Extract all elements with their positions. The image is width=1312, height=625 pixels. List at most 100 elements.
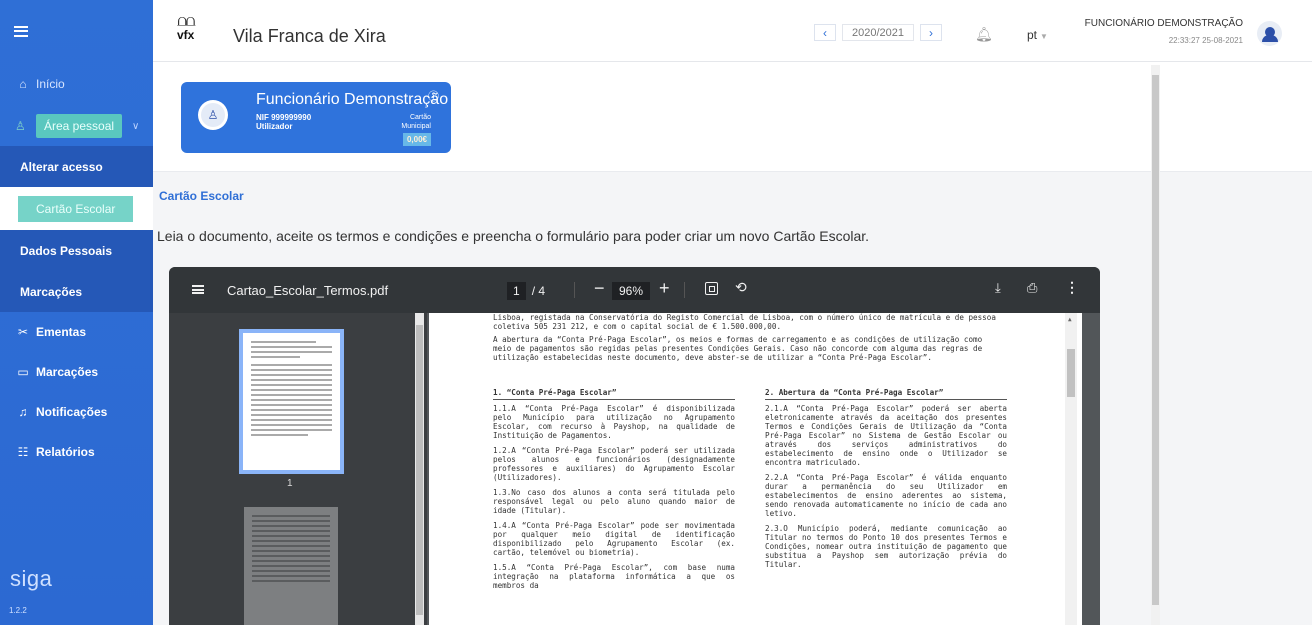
- sidebar-item-label: Início: [36, 77, 65, 91]
- main-content: ♙ Funcionário Demonstração ⓘ NIF 9999999…: [153, 62, 1312, 625]
- chevron-down-icon: ∨: [132, 120, 140, 132]
- user-card-nif: NIF 999999990: [256, 113, 312, 122]
- language-value: pt: [1027, 28, 1038, 42]
- header-timestamp: 22:33:27 25-08-2021: [1168, 36, 1243, 45]
- calendar-icon: ▭: [17, 365, 29, 379]
- user-card-avatar: ♙: [198, 100, 228, 130]
- zoom-in-icon[interactable]: +: [659, 278, 670, 299]
- sidebar-item-label: Notificações: [36, 405, 108, 419]
- sidebar-top: [0, 0, 153, 62]
- sidebar-subitem-dados-pessoais[interactable]: Dados Pessoais: [0, 230, 153, 271]
- pdf-page-input[interactable]: 1: [507, 282, 526, 300]
- sidebar-item-label: Cartão Escolar: [18, 195, 134, 222]
- caret-down-icon: ▼: [1040, 32, 1048, 41]
- scroll-up-icon[interactable]: ▲: [1068, 316, 1072, 323]
- doc-column-2: 2. Abertura da “Conta Pré-Paga Escolar” …: [765, 388, 1007, 575]
- pdf-page-indicator: 1 / 4: [507, 282, 545, 300]
- sidebar-item-label: Marcações: [20, 284, 83, 299]
- user-avatar-icon: ♙: [201, 103, 225, 127]
- home-icon: ⌂: [19, 77, 27, 91]
- sidebar-subitem-cartao-escolar[interactable]: Cartão Escolar: [0, 187, 153, 230]
- municipality-name: Vila Franca de Xira: [233, 26, 386, 46]
- pdf-page-total: / 4: [531, 284, 546, 298]
- sidebar-item-ementas[interactable]: ✂ Ementas: [0, 312, 153, 352]
- fit-page-icon[interactable]: [705, 282, 718, 295]
- doc-intro: Lisboa, registada na Conservatória do Re…: [493, 313, 1003, 362]
- municipality-logo: ⩍⩍ vfx: [177, 13, 209, 47]
- doc-clause: 1.5.A “Conta Pré-Paga Escolar”, com base…: [493, 563, 735, 590]
- cartao-line1: Cartão: [409, 114, 431, 121]
- avatar[interactable]: [1257, 21, 1282, 46]
- scrollbar-thumb[interactable]: [416, 325, 423, 615]
- sidebar-item-label: Alterar acesso: [20, 159, 103, 174]
- doc-clause: 2.1.A “Conta Pré-Paga Escolar” poderá se…: [765, 404, 1007, 467]
- brand-logo: siga: [10, 566, 53, 591]
- pdf-page-area: Lisboa, registada na Conservatória do Re…: [429, 313, 1100, 625]
- user-card-cartao-label: Cartão Municipal: [401, 113, 431, 131]
- user-card: ♙ Funcionário Demonstração ⓘ NIF 9999999…: [181, 82, 451, 153]
- app-version: 1.2.2: [9, 606, 27, 615]
- sidebar-subitem-alterar-acesso[interactable]: Alterar acesso: [0, 146, 153, 187]
- thumbnail-scrollbar[interactable]: [415, 313, 424, 625]
- school-year-value: 2020/2021: [842, 24, 914, 41]
- report-icon: ☷: [17, 445, 29, 459]
- cartao-line2: Municipal: [401, 123, 431, 130]
- bell-icon: ♫: [18, 405, 28, 419]
- pdf-zoom-input[interactable]: 96%: [612, 282, 651, 300]
- user-card-balance: 0,00€: [402, 133, 431, 146]
- pdf-viewer: Cartao_Escolar_Termos.pdf 1 / 4 − 96% + …: [169, 267, 1100, 625]
- user-card-band: ♙ Funcionário Demonstração ⓘ NIF 9999999…: [153, 62, 1312, 172]
- sidebar-item-area-pessoal[interactable]: ♙ Área pessoal ∨: [0, 106, 153, 146]
- print-icon[interactable]: ⎙: [1027, 280, 1037, 296]
- language-selector[interactable]: pt ▼: [1027, 28, 1048, 42]
- doc-clause: 2.3.O Município poderá, mediante comunic…: [765, 524, 1007, 569]
- sidebar-item-relatorios[interactable]: ☷ Relatórios: [0, 432, 153, 472]
- doc-column-1: 1. “Conta Pré-Paga Escolar” 1.1.A “Conta…: [493, 388, 735, 596]
- notifications-bell-icon[interactable]: 🔔︎: [975, 26, 993, 43]
- more-vertical-icon[interactable]: ⋮: [1065, 279, 1079, 296]
- sidebar-subitem-marcacoes[interactable]: Marcações: [0, 271, 153, 312]
- scrollbar-thumb[interactable]: [1067, 349, 1075, 397]
- sidebar-submenu: Alterar acesso Cartão Escolar Dados Pess…: [0, 146, 153, 312]
- doc-intro-paragraph-1: Lisboa, registada na Conservatória do Re…: [493, 313, 996, 331]
- page-title: Cartão Escolar: [159, 189, 244, 203]
- download-icon[interactable]: ⤓: [995, 280, 1001, 296]
- sidebar-item-notificacoes[interactable]: ♫ Notificações: [0, 392, 153, 432]
- cutlery-icon: ✂: [17, 325, 29, 339]
- toolbar-divider: [574, 282, 575, 298]
- doc-clause: 1.2.A “Conta Pré-Paga Escolar” poderá se…: [493, 446, 735, 482]
- scrollbar-thumb[interactable]: [1152, 75, 1159, 605]
- next-year-button[interactable]: ›: [920, 24, 942, 41]
- doc-section-title-2: 2. Abertura da “Conta Pré-Paga Escolar”: [765, 388, 1007, 400]
- chevron-left-icon: ‹: [823, 25, 827, 40]
- previous-year-button[interactable]: ‹: [814, 24, 836, 41]
- sidebar-item-label: Marcações: [36, 365, 99, 379]
- avatar-body: [1261, 35, 1278, 42]
- chevron-right-icon: ›: [929, 25, 933, 40]
- pdf-filename: Cartao_Escolar_Termos.pdf: [227, 283, 389, 298]
- user-card-name: Funcionário Demonstração: [256, 91, 449, 108]
- sidebar-item-label: Ementas: [36, 325, 87, 339]
- pdf-thumbnail-page-2[interactable]: [244, 507, 338, 625]
- sidebar-item-label: Área pessoal: [36, 114, 123, 138]
- page-scrollbar[interactable]: [1151, 65, 1160, 625]
- sidebar: ⌂ Início ♙ Área pessoal ∨ Alterar acesso…: [0, 0, 153, 625]
- pdf-menu-icon[interactable]: [192, 285, 204, 294]
- doc-section-title-1: 1. “Conta Pré-Paga Escolar”: [493, 388, 735, 400]
- pdf-document-page: Lisboa, registada na Conservatória do Re…: [429, 313, 1082, 625]
- sidebar-item-inicio[interactable]: ⌂ Início: [0, 62, 153, 106]
- rotate-icon[interactable]: ⟲: [735, 279, 747, 296]
- doc-intro-paragraph-2: A abertura da “Conta Pré-Paga Escolar”, …: [493, 335, 983, 362]
- logo-text: vfx: [177, 28, 195, 42]
- arches-icon: ⩍⩍: [177, 13, 196, 30]
- doc-clause: 1.4.A “Conta Pré-Paga Escolar” pode ser …: [493, 521, 735, 557]
- zoom-out-icon[interactable]: −: [594, 278, 605, 299]
- doc-clause: 1.3.No caso dos alunos a conta será titu…: [493, 488, 735, 515]
- sidebar-item-marcacoes[interactable]: ▭ Marcações: [0, 352, 153, 392]
- info-icon[interactable]: ⓘ: [428, 88, 439, 104]
- sidebar-item-label: Relatórios: [36, 445, 95, 459]
- user-icon: ♙: [15, 119, 26, 133]
- pdf-thumbnail-page-1[interactable]: [239, 329, 344, 474]
- pdf-page-scrollbar[interactable]: ▲: [1065, 313, 1077, 625]
- menu-toggle-icon[interactable]: [14, 25, 28, 37]
